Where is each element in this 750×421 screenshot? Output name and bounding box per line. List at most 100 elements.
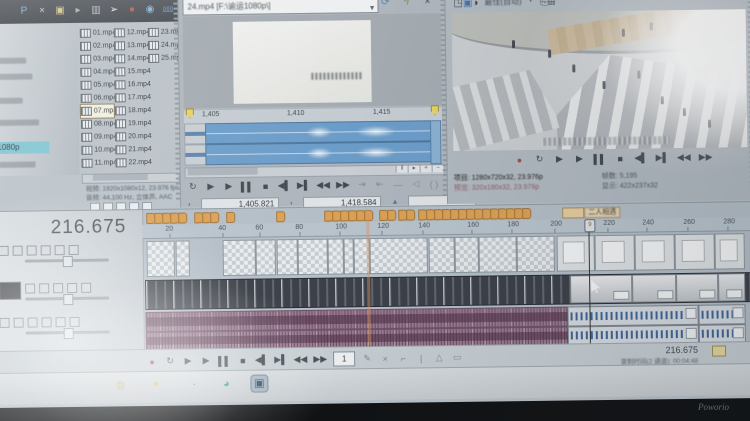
media-file-20.mp4[interactable]: 20.mp4 xyxy=(115,130,152,143)
tree-item[interactable] xyxy=(0,57,27,64)
refresh-icon[interactable]: ⟳ xyxy=(378,0,392,10)
image-event[interactable] xyxy=(594,234,635,272)
transport-button-icon[interactable]: ■ xyxy=(614,153,626,163)
cursor-icon[interactable]: ➢ xyxy=(107,3,120,16)
media-file-08.mp4[interactable]: 08.mp4 xyxy=(80,117,117,130)
transport-button-icon[interactable]: ▌▌ xyxy=(218,355,231,365)
transport-button-icon[interactable]: ▶ xyxy=(200,355,212,366)
transport-button-icon[interactable]: ◀▌ xyxy=(634,152,647,163)
trimmer-horizontal-scrollbar[interactable]: ‖ ▸ + − xyxy=(184,164,445,179)
trimmer-file-selector[interactable]: 24.mp4 [F:\谕运1080p\] ▼ xyxy=(182,0,379,16)
preview-quality-dropdown[interactable]: 最佳(自动) xyxy=(484,0,521,7)
video-output-icon[interactable]: ▣ xyxy=(463,0,473,9)
transport-button-icon[interactable]: ▌▌ xyxy=(593,153,606,163)
timeline-marker[interactable] xyxy=(226,211,236,223)
track-header-video-1[interactable] xyxy=(0,244,139,268)
media-file-02.mp4[interactable]: 02.mp4 xyxy=(79,39,116,52)
transport-button-icon[interactable]: ▶▌ xyxy=(297,180,310,191)
transport-button-icon[interactable]: ◀▌ xyxy=(255,354,268,365)
timeline-tracks[interactable]: 二人相遇 20 40 60 80 100 120 140 160 180 200 220 240 260… xyxy=(142,202,750,351)
import-icon[interactable]: ▸ xyxy=(71,3,84,16)
transport-button-icon[interactable]: ⇥ xyxy=(356,179,368,190)
media-file-22.mp4[interactable]: 22.mp4 xyxy=(115,156,152,169)
transport-button-icon[interactable]: × xyxy=(379,353,391,363)
media-horizontal-scrollbar[interactable] xyxy=(81,172,180,184)
trimmer-waveform[interactable] xyxy=(184,120,443,166)
transport-button-icon[interactable]: ▶▶ xyxy=(699,152,713,163)
paste-icon[interactable]: P xyxy=(17,4,30,17)
transport-button-icon[interactable]: ▶▶ xyxy=(313,354,327,365)
taskbar-browser-icon[interactable]: ◕ xyxy=(218,376,234,392)
transport-button-icon[interactable]: ↻ xyxy=(164,356,176,367)
media-file-12.mp4[interactable]: 12.mp4 xyxy=(113,26,150,39)
taskbar-app2-icon[interactable]: ✦ xyxy=(148,377,164,393)
search-icon[interactable]: ◉ xyxy=(143,2,156,15)
transport-button-icon[interactable]: ▶▶ xyxy=(336,179,350,190)
title-event[interactable] xyxy=(478,236,517,273)
transport-button-icon[interactable]: ◀▌ xyxy=(278,180,291,191)
video-track-1[interactable] xyxy=(143,232,750,278)
timeline-region-marker[interactable] xyxy=(562,207,585,219)
taskbar-app3-icon[interactable]: · xyxy=(186,376,202,392)
media-file-16.mp4[interactable]: 16.mp4 xyxy=(114,78,151,91)
close-icon[interactable]: × xyxy=(420,0,434,9)
media-file-01.mp4[interactable]: 01.mp4 xyxy=(79,26,116,39)
transport-button-icon[interactable]: | xyxy=(415,353,427,363)
title-event[interactable] xyxy=(454,236,479,273)
media-file-21.mp4[interactable]: 21.mp4 xyxy=(115,143,152,156)
delete-icon[interactable]: × xyxy=(35,4,48,17)
media-file-06.mp4[interactable]: 06.mp4 xyxy=(80,91,117,104)
timeline-marker[interactable] xyxy=(522,207,532,220)
audio-event[interactable] xyxy=(698,304,746,325)
transport-button-icon[interactable]: ▶ xyxy=(573,153,585,164)
image-event[interactable] xyxy=(674,233,715,271)
transport-button-icon[interactable]: ⌐ xyxy=(397,353,409,363)
image-event[interactable] xyxy=(714,233,745,270)
video-event[interactable] xyxy=(718,273,746,302)
media-file-14.mp4[interactable]: 14.mp4 xyxy=(114,52,151,65)
audio-event[interactable] xyxy=(567,304,699,327)
transport-button-icon[interactable]: ⇤ xyxy=(374,179,386,190)
title-event[interactable] xyxy=(222,239,257,277)
title-event[interactable] xyxy=(146,240,176,278)
tree-item[interactable] xyxy=(0,119,40,126)
transport-button-icon[interactable]: ■ xyxy=(260,181,272,191)
transport-button-icon[interactable]: ▭ xyxy=(451,352,463,363)
lightning-icon[interactable]: ϟ xyxy=(399,0,413,10)
transport-button-icon[interactable]: ● xyxy=(146,356,158,366)
timeline-marker[interactable] xyxy=(387,209,397,221)
track-header-audio[interactable] xyxy=(0,316,140,340)
waveform-left-channel[interactable] xyxy=(205,120,436,145)
title-event[interactable] xyxy=(343,238,354,275)
media-file-19.mp4[interactable]: 19.mp4 xyxy=(114,117,151,130)
media-file-07.mp4[interactable]: 07.mp4 xyxy=(79,103,117,119)
tree-item[interactable] xyxy=(0,73,33,80)
selection-start-flag[interactable] xyxy=(186,108,194,118)
transport-button-icon[interactable]: ↻ xyxy=(533,154,545,165)
timeline-marker-label[interactable]: 二人相遇 xyxy=(584,206,621,219)
transport-button-icon[interactable]: ▶▌ xyxy=(656,152,669,163)
transport-button-icon[interactable]: ▶ xyxy=(205,181,217,192)
transport-button-icon[interactable]: ● xyxy=(513,155,525,165)
transport-button-icon[interactable]: ■ xyxy=(237,355,249,365)
media-file-04.mp4[interactable]: 04.mp4 xyxy=(80,65,117,78)
media-file-13.mp4[interactable]: 13.mp4 xyxy=(113,39,150,52)
title-event[interactable] xyxy=(369,237,428,275)
transport-button-icon[interactable]: ↻ xyxy=(187,181,199,192)
transport-button-icon[interactable]: ▶ xyxy=(553,154,565,165)
transport-button-icon[interactable]: ▶ xyxy=(182,355,194,366)
preview-quality-icon[interactable]: ◑ xyxy=(472,0,478,9)
timeline-marker[interactable] xyxy=(276,211,286,223)
track-level-slider[interactable] xyxy=(25,293,110,306)
tree-item[interactable] xyxy=(0,97,23,104)
title-event[interactable] xyxy=(175,240,191,277)
capture-icon[interactable]: ● xyxy=(125,3,138,16)
media-file-09.mp4[interactable]: 09.mp4 xyxy=(81,130,118,143)
timeline-marker[interactable] xyxy=(406,209,416,221)
video-event[interactable] xyxy=(676,273,719,303)
audio-event[interactable] xyxy=(698,324,746,343)
transport-button-icon[interactable]: — xyxy=(392,179,404,189)
track-level-slider[interactable] xyxy=(24,255,109,268)
save-snapshot-icon[interactable]: ▦ xyxy=(548,0,556,8)
transport-button-icon[interactable]: ▌▌ xyxy=(241,181,254,191)
